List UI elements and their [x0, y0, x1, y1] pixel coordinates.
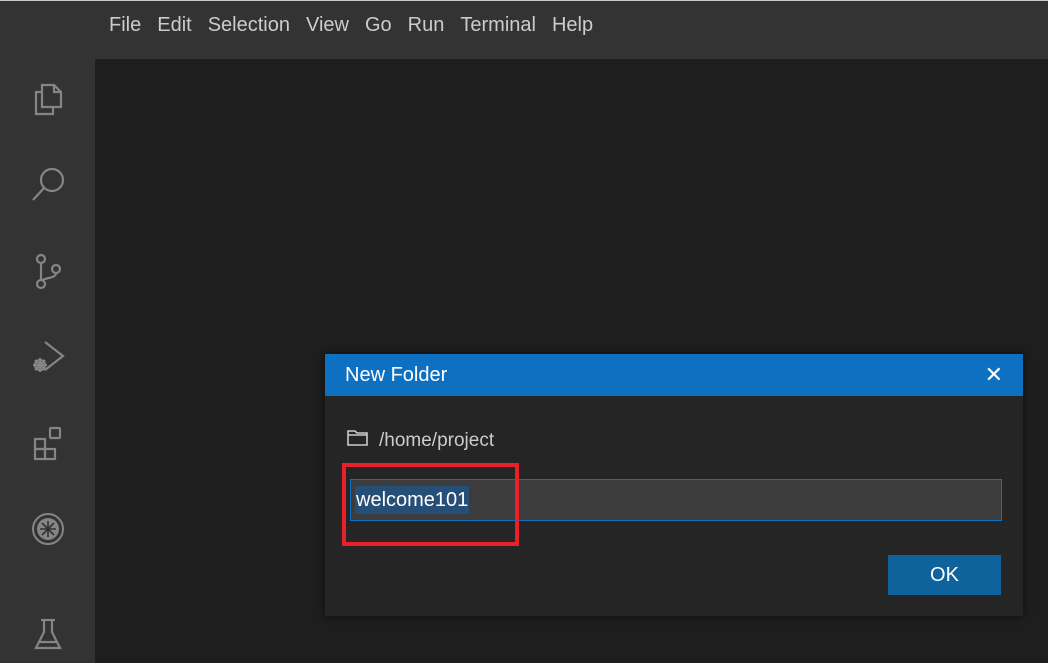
menu-terminal[interactable]: Terminal — [452, 11, 544, 39]
app-window: File Edit Selection View Go Run Terminal… — [0, 0, 1048, 663]
activity-bar — [0, 59, 95, 663]
menu-edit[interactable]: Edit — [149, 11, 199, 39]
menu-help[interactable]: Help — [544, 11, 601, 39]
dialog-path-text: /home/project — [379, 429, 495, 451]
dialog-title: New Folder — [345, 363, 448, 386]
close-icon[interactable]: ✕ — [985, 364, 1003, 386]
folder-name-value[interactable]: welcome101 — [355, 486, 470, 514]
menu-list: File Edit Selection View Go Run Terminal… — [101, 11, 601, 39]
dialog-path: /home/project — [347, 429, 494, 452]
testing-icon[interactable] — [24, 611, 72, 659]
search-icon[interactable] — [24, 161, 72, 209]
extensions-icon[interactable] — [24, 419, 72, 467]
folder-icon — [347, 429, 369, 452]
menu-run[interactable]: Run — [400, 11, 453, 39]
source-control-icon[interactable] — [24, 247, 72, 295]
new-folder-dialog: New Folder ✕ /home/project welcome101 OK — [325, 354, 1023, 616]
dialog-header: New Folder ✕ — [325, 354, 1023, 396]
menu-go[interactable]: Go — [357, 11, 400, 39]
run-debug-icon[interactable] — [24, 333, 72, 381]
menu-bar: File Edit Selection View Go Run Terminal… — [0, 1, 1048, 59]
plugin-icon[interactable] — [24, 505, 72, 553]
ok-button[interactable]: OK — [888, 555, 1001, 595]
menu-view[interactable]: View — [298, 11, 357, 39]
menu-selection[interactable]: Selection — [200, 11, 298, 39]
explorer-icon[interactable] — [24, 75, 72, 123]
menu-file[interactable]: File — [101, 11, 149, 39]
folder-name-input[interactable]: welcome101 — [350, 479, 1002, 521]
